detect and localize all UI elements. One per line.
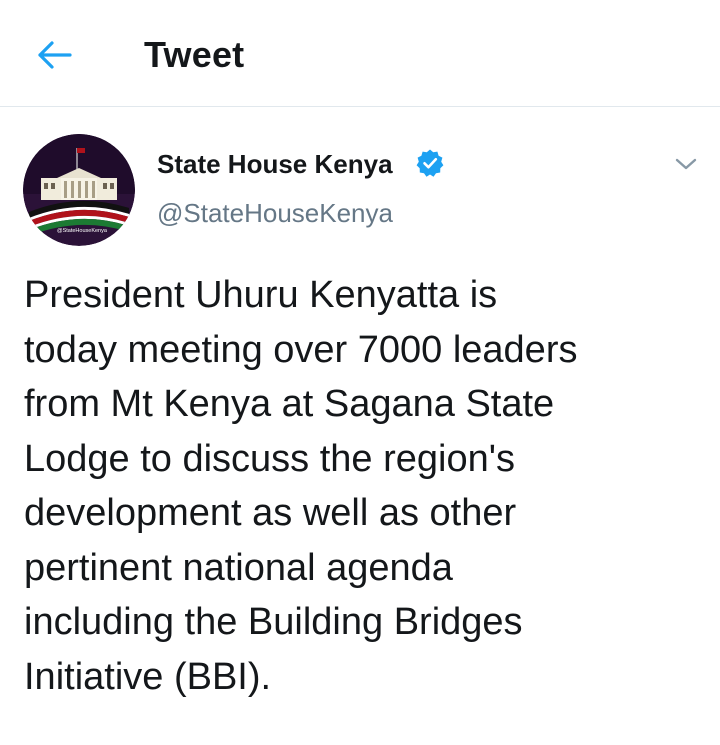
page-title: Tweet [144, 34, 245, 75]
svg-text:@StateHouseKenya: @StateHouseKenya [57, 228, 108, 234]
state-house-kenya-logo: @StateHouseKenya [23, 134, 135, 246]
display-name[interactable]: State House Kenya [157, 147, 393, 181]
user-handle[interactable]: @StateHouseKenya [157, 196, 393, 230]
arrow-left-icon [38, 41, 72, 69]
chevron-down-icon [675, 158, 697, 170]
verified-badge-icon [416, 149, 444, 177]
top-bar: Tweet [0, 0, 720, 107]
avatar[interactable]: @StateHouseKenya [23, 134, 135, 246]
tweet-menu-button[interactable] [668, 146, 704, 182]
back-button[interactable] [32, 33, 76, 77]
tweet-text: President Uhuru Kenyatta is today meetin… [24, 274, 578, 698]
